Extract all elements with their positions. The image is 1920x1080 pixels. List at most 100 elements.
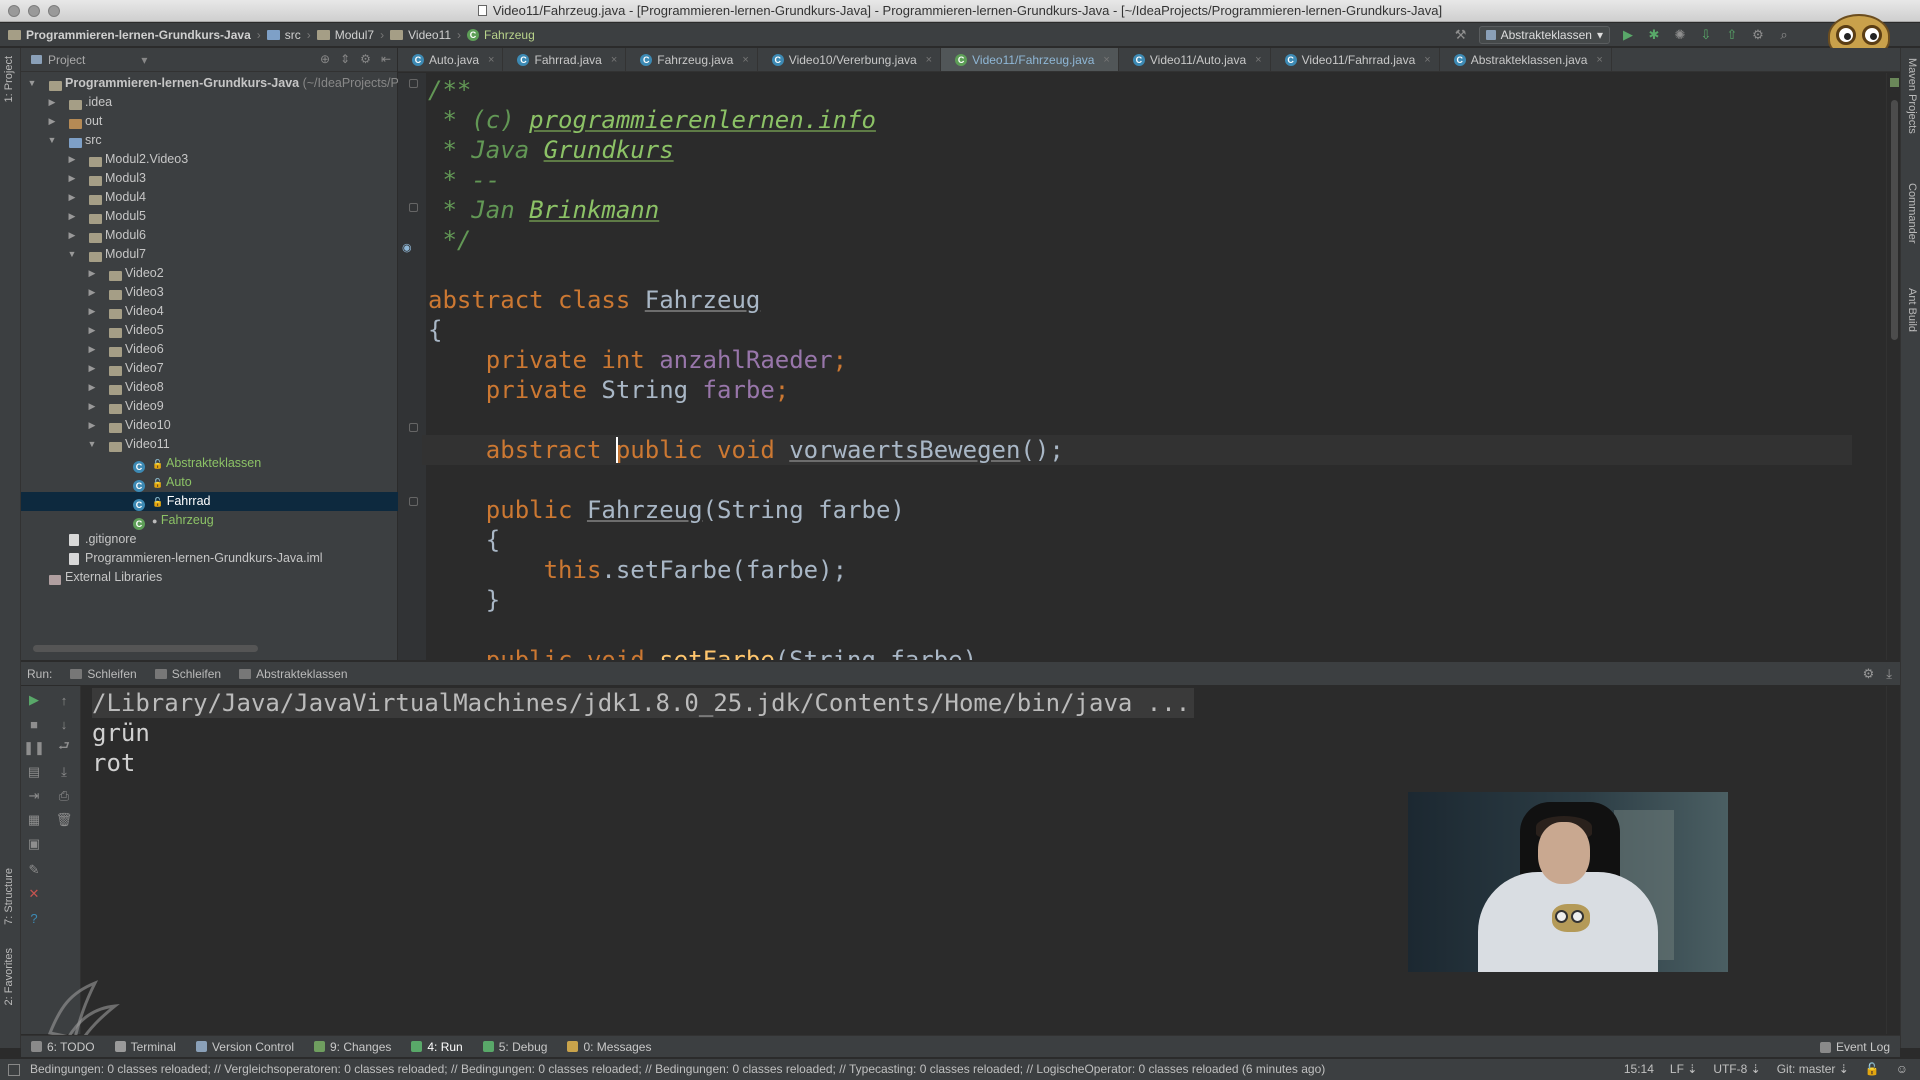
tree-item-video2[interactable]: ▶ Video2 [21, 264, 398, 283]
up-arrow-icon[interactable]: ↑ [56, 692, 72, 708]
tree-item-modul5[interactable]: ▶ Modul5 [21, 207, 398, 226]
down-arrow-icon[interactable]: ↓ [56, 716, 72, 732]
structure-tool-button[interactable]: 7: Structure [3, 868, 15, 925]
close-tab-icon[interactable]: × [1103, 54, 1109, 66]
coverage-icon[interactable]: ✺ [1672, 27, 1688, 43]
pause-icon[interactable]: ❚❚ [23, 740, 45, 756]
toggle-tool-windows-icon[interactable] [8, 1064, 20, 1076]
zoom-window-button[interactable] [48, 5, 60, 17]
locate-icon[interactable]: ⊕ [320, 52, 330, 66]
exit-icon[interactable]: ⇥ [26, 788, 42, 804]
tool-window-6-todo[interactable]: 6: TODO [31, 1040, 95, 1054]
tool-window-4-run[interactable]: 4: Run [411, 1040, 463, 1054]
favorites-tool-button[interactable]: 2: Favorites [3, 948, 15, 1005]
tab-abstrakteklassen-java[interactable]: C Abstrakteklassen.java × [1440, 48, 1612, 71]
print-icon[interactable]: ⎙ [56, 788, 72, 804]
run-tab-schleifen-2[interactable]: Schleifen [154, 667, 221, 681]
settings-icon[interactable]: ⚙ [1750, 27, 1766, 43]
pin-icon[interactable]: ✎ [26, 862, 42, 878]
collapsed-arrow-icon[interactable]: ▶ [67, 169, 77, 188]
breadcrumb-fahrzeug[interactable]: C Fahrzeug [467, 28, 535, 42]
tree-item-fahrzeug[interactable]: C ● Fahrzeug [21, 511, 398, 530]
tab-auto-java[interactable]: C Auto.java × [398, 48, 504, 71]
tree-item-modul7[interactable]: ▼ Modul7 [21, 245, 398, 264]
tree-item-modul2-video3[interactable]: ▶ Modul2.Video3 [21, 150, 398, 169]
tree-item-idea[interactable]: ▶ .idea [21, 93, 398, 112]
line-separator[interactable]: LF ⇣ [1670, 1059, 1697, 1080]
fold-marker[interactable] [409, 497, 418, 506]
collapse-icon[interactable]: ⇕ [340, 52, 350, 66]
build-icon[interactable]: ⚒ [1453, 27, 1469, 43]
breadcrumb-src[interactable]: src [266, 28, 301, 42]
tree-item-video8[interactable]: ▶ Video8 [21, 378, 398, 397]
collapsed-arrow-icon[interactable]: ▶ [87, 378, 97, 397]
run-tab-schleifen[interactable]: Schleifen [70, 667, 137, 681]
chevron-down-icon[interactable]: ▾ [141, 53, 147, 67]
gear-icon[interactable]: ⚙ [360, 52, 371, 66]
close-window-button[interactable] [8, 5, 20, 17]
layout-icon[interactable]: ▦ [26, 812, 42, 828]
tab-video11-auto-java[interactable]: C Video11/Auto.java × [1119, 48, 1271, 71]
tree-item-modul4[interactable]: ▶ Modul4 [21, 188, 398, 207]
close-tab-icon[interactable]: × [1255, 54, 1261, 66]
collapsed-arrow-icon[interactable]: ▶ [87, 302, 97, 321]
close-tab-icon[interactable]: × [742, 54, 748, 66]
close-tab-icon[interactable]: × [926, 54, 932, 66]
scroll-to-end-icon[interactable]: ⤓ [56, 764, 72, 780]
clear-all-icon[interactable]: 🗑 [56, 812, 73, 828]
tab-video11-fahrrad-java[interactable]: C Video11/Fahrrad.java × [1271, 48, 1440, 71]
collapsed-arrow-icon[interactable]: ▶ [47, 93, 57, 112]
debug-icon[interactable]: ✱ [1646, 27, 1662, 43]
collapsed-arrow-icon[interactable]: ▶ [67, 150, 77, 169]
horizontal-scrollbar[interactable] [33, 645, 258, 652]
run-tab-abstrakteklassen[interactable]: Abstrakteklassen [239, 667, 348, 681]
tool-window-5-debug[interactable]: 5: Debug [482, 1040, 547, 1054]
expanded-arrow-icon[interactable]: ▼ [27, 74, 37, 93]
breadcrumb-video11[interactable]: Video11 [390, 28, 451, 42]
minimize-window-button[interactable] [28, 5, 40, 17]
collapsed-arrow-icon[interactable]: ▶ [87, 359, 97, 378]
hide-icon[interactable]: ⇤ [381, 52, 391, 66]
close-tab-icon[interactable]: × [1424, 54, 1430, 66]
gear-icon[interactable]: ⚙ [1863, 666, 1875, 682]
collapsed-arrow-icon[interactable]: ▶ [47, 112, 57, 131]
tree-item-programmieren-lernen-grundkurs-java[interactable]: ▼ Programmieren-lernen-Grundkurs-Java (~/… [21, 74, 399, 93]
project-panel-title[interactable]: Project [48, 53, 85, 67]
tree-item-video3[interactable]: ▶ Video3 [21, 283, 398, 302]
project-tool-button[interactable]: 1: Project [3, 56, 15, 102]
fold-marker[interactable] [409, 423, 418, 432]
ant-build-tool-button[interactable]: Ant Build [1906, 288, 1918, 332]
rerun-icon[interactable]: ▶ [26, 692, 42, 708]
lock-icon[interactable]: 🔓 [1865, 1059, 1880, 1080]
collapsed-arrow-icon[interactable]: ▶ [67, 226, 77, 245]
tree-item-video11[interactable]: ▼ Video11 [21, 435, 398, 454]
file-encoding[interactable]: UTF-8 ⇣ [1713, 1059, 1760, 1080]
hide-panel-icon[interactable]: ⤓ [1886, 666, 1892, 682]
tab-video11-fahrzeug-java[interactable]: C Video11/Fahrzeug.java × [941, 48, 1119, 71]
vcs-update-icon[interactable]: ⇩ [1698, 27, 1714, 43]
run-configuration-select[interactable]: Abstrakteklassen ▾ [1478, 26, 1610, 44]
scrollbar-thumb[interactable] [1891, 100, 1898, 340]
close-tab-icon[interactable]: × [1596, 54, 1602, 66]
restore-layout-icon[interactable]: ▣ [26, 836, 42, 852]
close-icon[interactable]: ✕ [26, 886, 42, 902]
breadcrumb-modul7[interactable]: Modul7 [316, 28, 374, 42]
tree-item-modul6[interactable]: ▶ Modul6 [21, 226, 398, 245]
expanded-arrow-icon[interactable]: ▼ [87, 435, 97, 454]
inspector-icon[interactable]: ☺ [1896, 1059, 1908, 1080]
caret-position[interactable]: 15:14 [1624, 1059, 1654, 1080]
override-marker-icon[interactable]: ◉ [402, 241, 412, 254]
tool-window-0-messages[interactable]: 0: Messages [567, 1040, 651, 1054]
tree-item-programmieren-lernen-grundkurs-java-iml[interactable]: Programmieren-lernen-Grundkurs-Java.iml [21, 549, 398, 568]
tab-fahrzeug-java[interactable]: C Fahrzeug.java × [626, 48, 758, 71]
vcs-commit-icon[interactable]: ⇧ [1724, 27, 1740, 43]
soft-wrap-icon[interactable]: ⮐ [56, 738, 72, 756]
collapsed-arrow-icon[interactable]: ▶ [87, 264, 97, 283]
tree-item-video7[interactable]: ▶ Video7 [21, 359, 398, 378]
tree-item-video4[interactable]: ▶ Video4 [21, 302, 398, 321]
code-editor[interactable]: ◉ /** * (c) programmierenlernen.info * J… [398, 73, 1900, 660]
close-tab-icon[interactable]: × [488, 54, 494, 66]
tree-item-fahrrad[interactable]: C 🔓 Fahrrad [21, 492, 398, 511]
maven-tool-button[interactable]: Maven Projects [1906, 58, 1918, 134]
tool-window-terminal[interactable]: Terminal [114, 1040, 176, 1054]
